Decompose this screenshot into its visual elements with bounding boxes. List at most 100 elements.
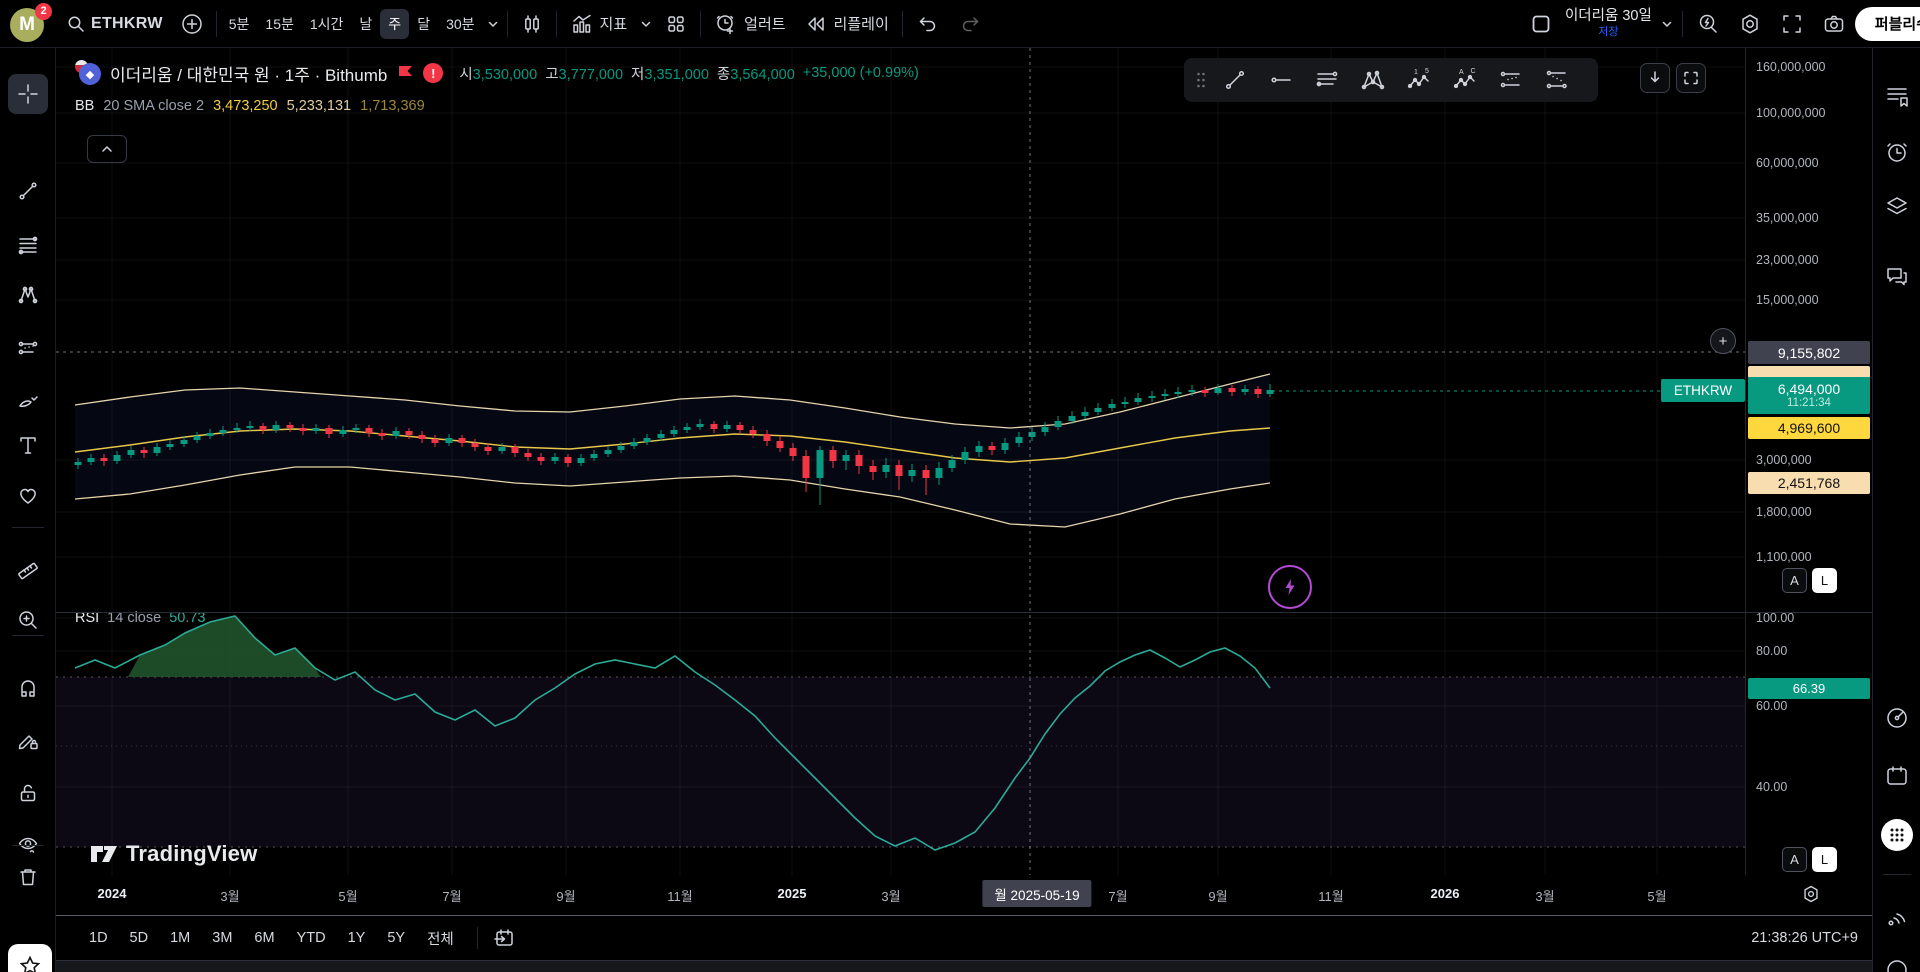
snapshot-button[interactable]	[1813, 5, 1855, 43]
watchlist-button[interactable]	[1881, 80, 1913, 112]
fib-retracement-tool-button[interactable]	[8, 225, 48, 265]
price-axis-tick: 3,000,000	[1756, 453, 1812, 467]
candle-body	[1175, 392, 1182, 394]
settings-button[interactable]	[1729, 5, 1771, 43]
range-1d[interactable]: 1D	[80, 925, 117, 951]
undo-button[interactable]	[907, 5, 949, 43]
alert-label: 얼러트	[744, 13, 785, 34]
elliott-wave-quick-button[interactable]: 15	[1396, 61, 1442, 99]
legend-symbol-title[interactable]: 이더리움 / 대한민국 원 · 1주 · Bithumb	[110, 61, 387, 86]
alert-exclamation-icon[interactable]: !	[423, 63, 443, 83]
chart-pane[interactable]: ◆ 이더리움 / 대한민국 원 · 1주 · Bithumb ! 시3,530,…	[56, 48, 1745, 875]
emoji-tool-button[interactable]	[8, 475, 48, 515]
timeframe-1d[interactable]: 날	[351, 9, 380, 39]
trend-line-tool-button[interactable]	[8, 171, 48, 211]
range-all[interactable]: 전체	[418, 923, 463, 954]
range-3m[interactable]: 3M	[203, 925, 241, 951]
symbol-search-button[interactable]: ETHKRW	[58, 5, 172, 43]
trend-line-quick-button[interactable]	[1212, 61, 1258, 99]
pane-divider[interactable]	[56, 612, 1872, 613]
chart-canvas[interactable]	[56, 48, 1745, 875]
range-1y[interactable]: 1Y	[339, 925, 375, 951]
circle-icon	[1884, 953, 1910, 972]
xabcd-pattern-tool-button[interactable]	[8, 275, 48, 315]
go-to-date-button[interactable]	[492, 926, 516, 950]
timeframe-1h[interactable]: 1시간	[302, 9, 352, 39]
layout-menu-button[interactable]	[1656, 5, 1678, 43]
save-label[interactable]: 저장	[1598, 26, 1618, 38]
bb-indicator-legend[interactable]: BB 20 SMA close 2 3,473,250 5,233,131 1,…	[75, 98, 919, 114]
timeframe-menu-button[interactable]	[483, 5, 503, 43]
indicators-button[interactable]: 지표	[561, 5, 637, 43]
axis-settings-button[interactable]	[1800, 883, 1822, 910]
replay-button[interactable]: 리플레이	[795, 5, 898, 43]
candle-body	[1122, 402, 1129, 404]
maximize-pane-button[interactable]	[1676, 63, 1706, 93]
rsi-auto-scale-button[interactable]: A	[1782, 847, 1807, 872]
timeframe-15m[interactable]: 15분	[257, 9, 301, 39]
publish-button[interactable]: 퍼블리쉬	[1855, 7, 1920, 41]
time-axis[interactable]: 월 2025-05-19 20243월5월7월9월11월20253월7월9월11…	[56, 875, 1872, 916]
range-6m[interactable]: 6M	[245, 925, 283, 951]
legend-collapse-button[interactable]	[87, 135, 127, 163]
data-connection-button[interactable]	[1881, 901, 1913, 933]
range-ytd[interactable]: YTD	[288, 925, 335, 951]
calendar-button[interactable]	[1881, 760, 1913, 792]
help-button[interactable]	[1881, 950, 1913, 972]
object-tree-button[interactable]	[1881, 190, 1913, 222]
lightning-icon	[1280, 577, 1300, 597]
fullscreen-button[interactable]	[1771, 5, 1813, 43]
range-1m[interactable]: 1M	[161, 925, 199, 951]
timeframe-1w[interactable]: 주	[380, 9, 409, 39]
brush-tool-button[interactable]	[8, 381, 48, 421]
horizontal-ray-quick-button[interactable]	[1258, 61, 1304, 99]
clock-timezone-button[interactable]: 21:38:26 UTC+9	[1751, 930, 1858, 946]
layout-name-button[interactable]: 이더리움 30일 저장	[1561, 9, 1656, 38]
more-apps-button[interactable]	[1881, 819, 1913, 851]
crosshair-price-label: 9,155,802	[1748, 341, 1870, 364]
timeframe-5m[interactable]: 5분	[221, 9, 258, 39]
alerts-panel-button[interactable]	[1881, 136, 1913, 168]
lock-drawings-button[interactable]	[8, 773, 48, 813]
text-tool-button[interactable]	[8, 425, 48, 465]
timeframe-1mo[interactable]: 달	[409, 9, 438, 39]
download-chart-button[interactable]	[1640, 63, 1670, 93]
long-position-quick-button[interactable]	[1488, 61, 1534, 99]
favorites-drawer-button[interactable]	[8, 944, 52, 972]
remove-drawings-button[interactable]	[8, 857, 48, 897]
chart-style-button[interactable]	[512, 5, 552, 43]
layout-grid-button[interactable]	[656, 5, 696, 43]
abc-pattern-quick-button[interactable]: AC	[1442, 61, 1488, 99]
crosshair-tool-button[interactable]	[8, 74, 48, 114]
auto-scale-button[interactable]: A	[1782, 568, 1807, 593]
price-axis[interactable]: 9,155,802 6,494,000 11:21:34 4,969,600 2…	[1745, 48, 1872, 875]
quick-search-button[interactable]	[1687, 5, 1729, 43]
user-menu-button[interactable]: M 2	[10, 5, 48, 43]
zoom-in-tool-button[interactable]	[8, 600, 48, 640]
measure-tool-button[interactable]	[8, 548, 48, 588]
projection-tool-button[interactable]	[8, 328, 48, 368]
range-5d[interactable]: 5D	[121, 925, 158, 951]
range-5y[interactable]: 5Y	[378, 925, 414, 951]
log-scale-button[interactable]: L	[1812, 568, 1837, 593]
redo-button[interactable]	[949, 5, 991, 43]
projection-quick-button[interactable]	[1534, 61, 1580, 99]
time-axis-tick: 9월	[1208, 886, 1227, 905]
manage-layouts-button[interactable]	[1521, 5, 1561, 43]
crosshair-add-alert-button[interactable]: +	[1710, 328, 1736, 354]
chat-button[interactable]	[1881, 260, 1913, 292]
tradingview-watermark[interactable]: TradingView	[90, 841, 257, 867]
alert-button[interactable]: 얼러트	[705, 5, 794, 43]
compare-add-button[interactable]	[172, 5, 212, 43]
rsi-log-scale-button[interactable]: L	[1812, 847, 1837, 872]
quick-action-fab[interactable]	[1268, 565, 1312, 609]
toolbar-drag-handle[interactable]	[1190, 61, 1212, 99]
xabcd-quick-button[interactable]	[1350, 61, 1396, 99]
fib-quick-button[interactable]	[1304, 61, 1350, 99]
indicators-menu-button[interactable]	[636, 5, 656, 43]
flag-icon[interactable]	[395, 63, 415, 83]
timeframe-30m[interactable]: 30분	[438, 9, 482, 39]
screener-button[interactable]	[1881, 702, 1913, 734]
stay-in-drawing-mode-button[interactable]	[8, 721, 48, 761]
magnet-mode-button[interactable]	[8, 670, 48, 710]
